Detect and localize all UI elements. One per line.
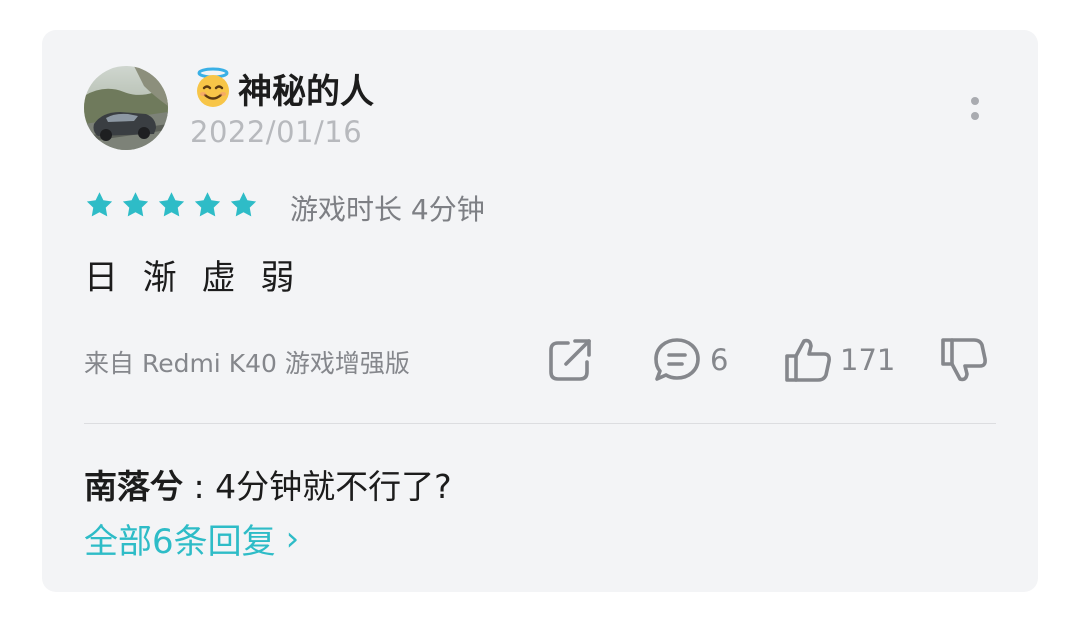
star-icon (122, 192, 149, 217)
star-icon (194, 192, 221, 217)
star-icon (86, 192, 113, 217)
avatar[interactable] (84, 66, 168, 150)
thumbs-up-icon (785, 338, 831, 382)
rating-stars (84, 190, 259, 220)
like-button[interactable]: 171 (784, 334, 895, 386)
playtime-label: 游戏时长 4分钟 (290, 193, 485, 226)
reply-separator: : (183, 467, 216, 506)
author-name: 神秘的人 (238, 71, 374, 112)
review-date: 2022/01/16 (190, 115, 363, 149)
review-content: 日 渐 虚 弱 (84, 258, 302, 298)
share-button[interactable] (546, 334, 594, 386)
device-label: 来自 Redmi K40 游戏增强版 (84, 349, 410, 378)
halo-emoji-icon (192, 67, 234, 109)
star-icon (158, 192, 185, 217)
username[interactable]: 神秘的人 (192, 66, 374, 112)
comment-count: 6 (710, 343, 729, 377)
reply-preview[interactable]: 南落兮 : 4分钟就不行了? (84, 460, 452, 508)
thumbs-down-icon (941, 338, 987, 382)
share-icon (549, 339, 591, 381)
more-vertical-icon[interactable] (960, 88, 990, 128)
reply-text: 4分钟就不行了? (215, 467, 452, 506)
all-replies-link[interactable]: 全部6条回复 › (84, 514, 299, 563)
star-icon (230, 192, 257, 217)
comment-button[interactable]: 6 (652, 334, 728, 386)
divider (84, 423, 996, 424)
all-replies-label: 全部6条回复 (84, 522, 276, 562)
reply-author[interactable]: 南落兮 (84, 467, 183, 506)
like-count: 171 (840, 343, 896, 377)
chevron-right-icon: › (285, 518, 300, 559)
comment-icon (654, 338, 700, 381)
dislike-button[interactable] (940, 334, 988, 386)
